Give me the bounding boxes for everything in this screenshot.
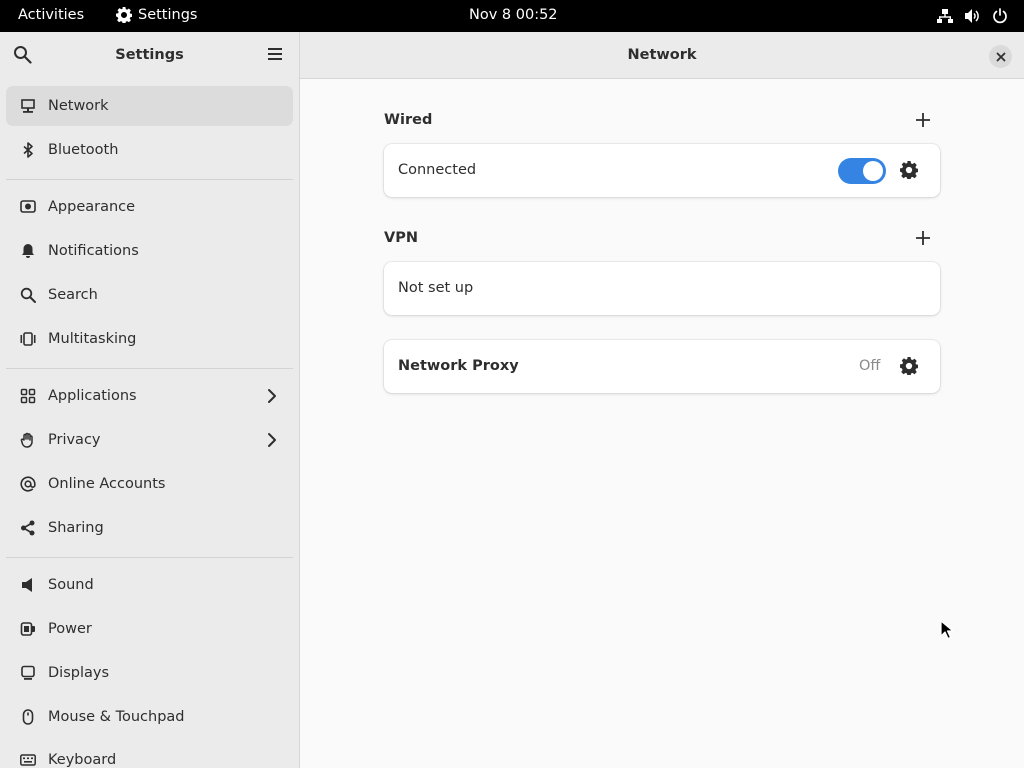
sidebar-item-sharing[interactable]: Sharing [6, 508, 293, 548]
at-icon [19, 475, 37, 493]
gear-icon [116, 7, 132, 23]
sidebar-item-label: Online Accounts [48, 476, 166, 492]
chevron-right-icon [267, 432, 277, 452]
hand-icon [19, 431, 37, 449]
sidebar-item-label: Notifications [48, 243, 139, 259]
sidebar-item-bluetooth[interactable]: Bluetooth [6, 130, 293, 170]
bluetooth-icon [19, 141, 37, 159]
network-proxy-status: Off [859, 358, 881, 374]
sidebar-item-label: Power [48, 621, 92, 637]
add-wired-button[interactable] [913, 110, 933, 130]
sidebar-item-privacy[interactable]: Privacy [6, 420, 293, 460]
sidebar-item-power[interactable]: Power [6, 609, 293, 649]
sidebar-separator [6, 179, 293, 180]
top-bar: Activities Settings Nov 8 00:52 [0, 0, 1024, 32]
network-icon [19, 97, 37, 115]
sidebar-item-label: Keyboard [48, 752, 117, 768]
sidebar-item-label: Multitasking [48, 331, 137, 347]
wired-section-title: Wired [384, 112, 433, 128]
close-icon [996, 52, 1005, 61]
main-header: Network [300, 32, 1024, 79]
bell-icon [19, 242, 37, 260]
sidebar-item-mouse-touchpad[interactable]: Mouse & Touchpad [6, 697, 293, 737]
sidebar-item-keyboard[interactable]: Keyboard [6, 740, 293, 768]
activities-button[interactable]: Activities [18, 7, 84, 23]
wired-toggle-switch[interactable] [838, 158, 886, 184]
sidebar-item-multitasking[interactable]: Multitasking [6, 319, 293, 359]
add-vpn-button[interactable] [913, 228, 933, 248]
sidebar-item-applications[interactable]: Applications [6, 376, 293, 416]
sidebar-item-label: Displays [48, 665, 110, 681]
sidebar-item-label: Sharing [48, 520, 104, 536]
hamburger-menu-icon[interactable] [266, 46, 284, 66]
sidebar-item-label: Bluetooth [48, 142, 119, 158]
proxy-settings-button[interactable] [900, 357, 919, 376]
sidebar-item-network[interactable]: Network [6, 86, 293, 126]
sidebar-header: Settings [0, 32, 299, 79]
gear-icon [900, 357, 919, 376]
sidebar-title: Settings [115, 47, 184, 63]
sidebar-item-label: Privacy [48, 432, 101, 448]
power-icon[interactable] [992, 8, 1008, 24]
speaker-icon [19, 576, 37, 594]
keyboard-icon [19, 751, 37, 768]
appearance-icon [19, 198, 37, 216]
sidebar-item-label: Search [48, 287, 98, 303]
grid-icon [19, 387, 37, 405]
volume-icon[interactable] [964, 8, 981, 24]
plus-icon [916, 231, 930, 245]
network-proxy-row[interactable]: Network Proxy Off [384, 340, 940, 393]
sidebar-item-notifications[interactable]: Notifications [6, 231, 293, 271]
sidebar-item-label: Mouse & Touchpad [48, 709, 185, 725]
network-wired-icon[interactable] [937, 8, 953, 24]
system-tray[interactable] [926, 8, 1008, 24]
sidebar-item-label: Network [48, 98, 109, 114]
network-proxy-label: Network Proxy [398, 358, 519, 374]
app-name: Settings [138, 7, 198, 23]
vpn-row: Not set up [384, 262, 940, 315]
sidebar-separator [6, 368, 293, 369]
power-plug-icon [19, 620, 37, 638]
app-menu[interactable]: Settings [116, 7, 197, 23]
toggle-knob [863, 161, 883, 181]
gear-icon [900, 161, 919, 180]
chevron-right-icon [267, 388, 277, 408]
search-icon [19, 286, 37, 304]
plus-icon [916, 113, 930, 127]
vpn-status: Not set up [398, 280, 474, 296]
page-title: Network [627, 47, 697, 63]
sidebar-separator [6, 557, 293, 558]
sidebar-item-appearance[interactable]: Appearance [6, 187, 293, 227]
share-icon [19, 519, 37, 537]
close-button[interactable] [989, 45, 1012, 68]
sidebar-item-sound[interactable]: Sound [6, 565, 293, 605]
sidebar-item-displays[interactable]: Displays [6, 653, 293, 693]
wired-connection-status: Connected [398, 162, 477, 178]
wired-settings-button[interactable] [900, 161, 919, 180]
wired-connection-row: Connected [384, 144, 940, 197]
mouse-cursor-icon [940, 620, 954, 644]
sidebar-item-label: Appearance [48, 199, 136, 215]
sidebar-divider [299, 32, 300, 768]
display-icon [19, 664, 37, 682]
sidebar-item-online-accounts[interactable]: Online Accounts [6, 464, 293, 504]
multitasking-icon [19, 330, 37, 348]
sidebar-item-label: Applications [48, 388, 137, 404]
sidebar-item-label: Sound [48, 577, 94, 593]
sidebar-item-search[interactable]: Search [6, 275, 293, 315]
mouse-icon [19, 708, 37, 726]
vpn-section-title: VPN [384, 230, 418, 246]
clock[interactable]: Nov 8 00:52 [469, 7, 558, 23]
